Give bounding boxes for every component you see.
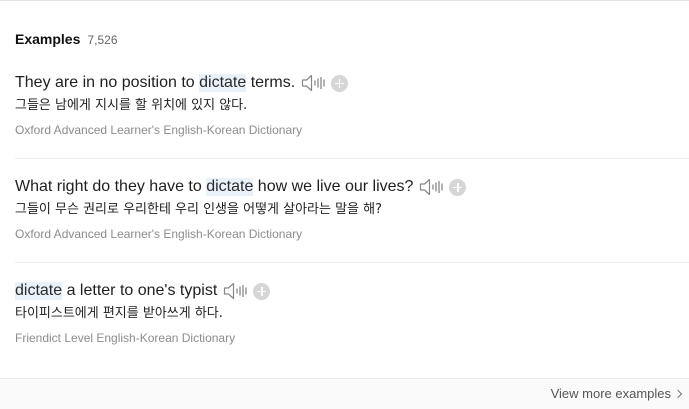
speaker-icon[interactable] — [223, 281, 247, 301]
examples-count: 7,526 — [87, 33, 118, 47]
highlighted-keyword[interactable]: dictate — [15, 282, 63, 300]
sentence-text: terms. — [246, 74, 296, 91]
example-translation-ko: 타이피스트에게 편지를 받아쓰게 하다. — [15, 306, 223, 321]
speaker-icon[interactable] — [419, 177, 444, 197]
example-divider — [15, 158, 689, 159]
example-source: Oxford Advanced Learner's English-Korean… — [15, 227, 303, 241]
example-divider — [15, 262, 689, 263]
example-sentence-en: dictate a letter to one's typist — [15, 280, 271, 302]
chevron-right-icon — [673, 389, 683, 398]
example-sentence-en: What right do they have to dictate how w… — [15, 176, 467, 198]
view-more-label: View more examples — [550, 386, 671, 401]
example-translation-ko: 그들이 무슨 권리로 우리한테 우리 인생을 어떻게 살아라는 말을 해? — [15, 202, 383, 217]
highlighted-keyword[interactable]: dictate — [199, 74, 247, 92]
examples-header: Examples 7,526 — [15, 29, 118, 48]
sentence-text: a letter to one's typist — [62, 282, 218, 299]
examples-title: Examples — [15, 31, 81, 47]
view-more-examples-link[interactable]: View more examples — [550, 386, 683, 401]
footer-bar: View more examples — [0, 378, 689, 409]
speaker-icon[interactable] — [301, 73, 325, 93]
example-translation-ko: 그들은 남에게 지시를 할 위치에 있지 않다. — [15, 98, 248, 113]
sentence-text: They are in no position to — [15, 74, 200, 91]
example-source: Oxford Advanced Learner's English-Korean… — [15, 123, 303, 137]
highlighted-keyword[interactable]: dictate — [206, 178, 254, 196]
example-item: They are in no position to dictate terms… — [0, 72, 689, 176]
example-item: dictate a letter to one's typist 타이피스트에게… — [0, 280, 689, 384]
sentence-text: how we live our lives? — [253, 178, 414, 195]
example-item: What right do they have to dictate how w… — [0, 176, 689, 280]
sentence-text: What right do they have to — [15, 178, 207, 195]
example-source: Friendict Level English-Korean Dictionar… — [15, 331, 236, 345]
example-sentence-en: They are in no position to dictate terms… — [15, 72, 349, 94]
add-icon[interactable] — [331, 74, 349, 92]
add-icon[interactable] — [253, 282, 271, 300]
top-divider — [0, 0, 689, 1]
add-icon[interactable] — [449, 178, 467, 196]
